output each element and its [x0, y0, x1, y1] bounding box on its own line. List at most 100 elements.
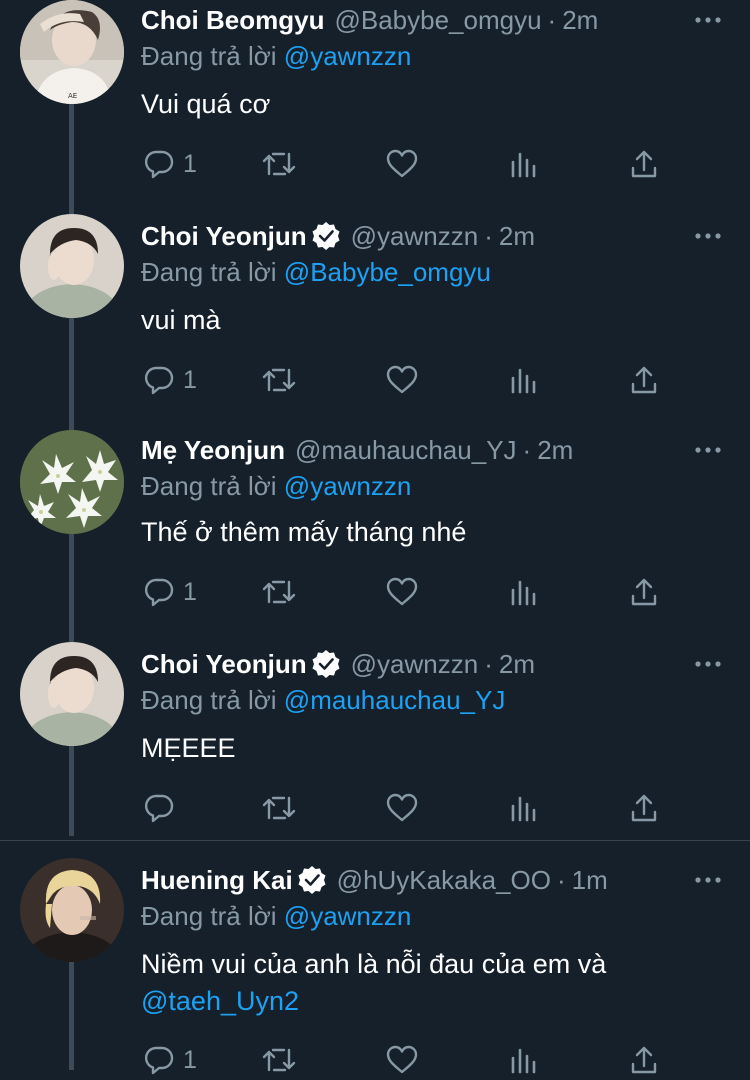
analytics-icon: [511, 368, 536, 394]
avatar[interactable]: [20, 214, 124, 318]
replying-to: Đang trả lời @yawnzzn: [141, 468, 411, 504]
replying-to-handle[interactable]: @mauhauchau_YJ: [284, 685, 506, 715]
tweet[interactable]: Mẹ Yeonjun @mauhauchau_YJ · 2m Đang trả …: [0, 430, 750, 642]
display-name[interactable]: Choi Beomgyu: [141, 2, 324, 38]
separator-dot: ·: [484, 649, 493, 679]
tweet-actions: 1: [141, 572, 681, 612]
heart-icon: [386, 365, 418, 394]
share-icon: [631, 1046, 657, 1074]
retweet-icon: [262, 796, 296, 820]
replying-to-handle[interactable]: @Babybe_omgyu: [284, 257, 491, 287]
like-button[interactable]: [385, 788, 419, 828]
avatar[interactable]: [20, 430, 124, 534]
reply-button[interactable]: [143, 788, 183, 828]
replying-to-label: Đang trả lời: [141, 257, 277, 287]
divider: [0, 840, 750, 841]
svg-text:AE: AE: [68, 92, 77, 100]
replying-to: Đang trả lời @yawnzzn: [141, 898, 411, 934]
separator-dot: ·: [484, 221, 493, 251]
like-button[interactable]: [385, 360, 419, 400]
user-handle[interactable]: @Babybe_omgyu: [334, 2, 541, 38]
share-button[interactable]: [629, 1040, 659, 1080]
tweet-header: Mẹ Yeonjun @mauhauchau_YJ · 2m: [141, 432, 680, 468]
tweet[interactable]: Choi Yeonjun @yawnzzn · 2m Đang trả lời …: [0, 214, 750, 430]
tweet-text-content: vui mà: [141, 305, 221, 335]
user-handle[interactable]: @mauhauchau_YJ: [295, 432, 517, 468]
separator-dot: ·: [556, 865, 566, 895]
tweet-header: Choi Beomgyu @Babybe_omgyu · 2m: [141, 2, 680, 38]
timestamp[interactable]: 2m: [562, 2, 598, 38]
retweet-icon: [262, 1048, 296, 1072]
replying-to-handle[interactable]: @yawnzzn: [284, 41, 412, 71]
more-horizontal-icon[interactable]: [694, 2, 722, 38]
retweet-button[interactable]: [261, 788, 297, 828]
share-button[interactable]: [629, 572, 659, 612]
replying-to-handle[interactable]: @yawnzzn: [284, 901, 412, 931]
avatar[interactable]: [20, 642, 124, 746]
replying-to-handle[interactable]: @yawnzzn: [284, 471, 412, 501]
tweet-header: Choi Yeonjun @yawnzzn · 2m: [141, 218, 680, 254]
analytics-button[interactable]: [509, 1040, 539, 1080]
avatar[interactable]: AE: [20, 0, 124, 104]
retweet-icon: [262, 368, 296, 392]
replying-to-label: Đang trả lời: [141, 471, 277, 501]
timestamp[interactable]: 2m: [499, 218, 535, 254]
avatar[interactable]: [20, 858, 124, 962]
retweet-button[interactable]: [261, 1040, 297, 1080]
analytics-icon: [511, 580, 536, 606]
reply-count: 1: [183, 577, 197, 606]
display-name[interactable]: Mẹ Yeonjun: [141, 432, 285, 468]
timestamp[interactable]: 2m: [537, 432, 573, 468]
retweet-button[interactable]: [261, 360, 297, 400]
display-name[interactable]: Choi Yeonjun: [141, 218, 307, 254]
more-horizontal-icon[interactable]: [694, 218, 722, 254]
reply-button[interactable]: 1: [143, 360, 197, 400]
replying-to: Đang trả lời @Babybe_omgyu: [141, 254, 491, 290]
reply-icon: [144, 1046, 174, 1075]
retweet-icon: [262, 580, 296, 604]
retweet-button[interactable]: [261, 572, 297, 612]
display-name[interactable]: Huening Kai: [141, 862, 293, 898]
like-button[interactable]: [385, 572, 419, 612]
analytics-button[interactable]: [509, 360, 539, 400]
reply-button[interactable]: 1: [143, 144, 197, 184]
heart-icon: [386, 793, 418, 822]
user-handle[interactable]: @yawnzzn: [351, 218, 479, 254]
tweet[interactable]: Huening Kai @hUyKakaka_OO · 1m Đang trả …: [0, 858, 750, 1075]
retweet-button[interactable]: [261, 144, 297, 184]
more-horizontal-icon[interactable]: [694, 862, 722, 898]
user-handle[interactable]: @hUyKakaka_OO: [337, 862, 551, 898]
like-button[interactable]: [385, 1040, 419, 1080]
tweet-text: Vui quá cơ: [141, 86, 711, 123]
reply-button[interactable]: 1: [143, 1040, 197, 1080]
tweet-text: Thế ở thêm mấy tháng nhé: [141, 514, 711, 551]
display-name[interactable]: Choi Yeonjun: [141, 646, 307, 682]
more-horizontal-icon[interactable]: [694, 432, 722, 468]
tweet-text: vui mà: [141, 302, 711, 339]
tweet[interactable]: Choi Yeonjun @yawnzzn · 2m Đang trả lời …: [0, 642, 750, 840]
share-button[interactable]: [629, 360, 659, 400]
tweet-header: Huening Kai @hUyKakaka_OO · 1m: [141, 862, 680, 898]
reply-count: 1: [183, 1045, 197, 1074]
share-icon: [631, 150, 657, 178]
reply-button[interactable]: 1: [143, 572, 197, 612]
tweet[interactable]: AE Choi Beomgyu @Babybe_omgyu · 2m Đang …: [0, 0, 750, 214]
timestamp[interactable]: 1m: [572, 862, 608, 898]
timestamp[interactable]: 2m: [499, 646, 535, 682]
like-button[interactable]: [385, 144, 419, 184]
analytics-button[interactable]: [509, 572, 539, 612]
analytics-button[interactable]: [509, 788, 539, 828]
separator-dot: ·: [522, 435, 532, 465]
tweet-text: MẸEEE: [141, 730, 711, 767]
tweet-text: Niềm vui của anh là nỗi đau của em và @t…: [141, 946, 711, 1020]
share-button[interactable]: [629, 144, 659, 184]
more-horizontal-icon[interactable]: [694, 646, 722, 682]
analytics-button[interactable]: [509, 144, 539, 184]
tweet-text-content: Vui quá cơ: [141, 89, 271, 119]
share-button[interactable]: [629, 788, 659, 828]
mention-link[interactable]: @taeh_Uyn2: [141, 986, 299, 1016]
share-icon: [631, 578, 657, 606]
tweet-actions: 1: [141, 360, 681, 400]
user-handle[interactable]: @yawnzzn: [351, 646, 479, 682]
share-icon: [631, 366, 657, 394]
